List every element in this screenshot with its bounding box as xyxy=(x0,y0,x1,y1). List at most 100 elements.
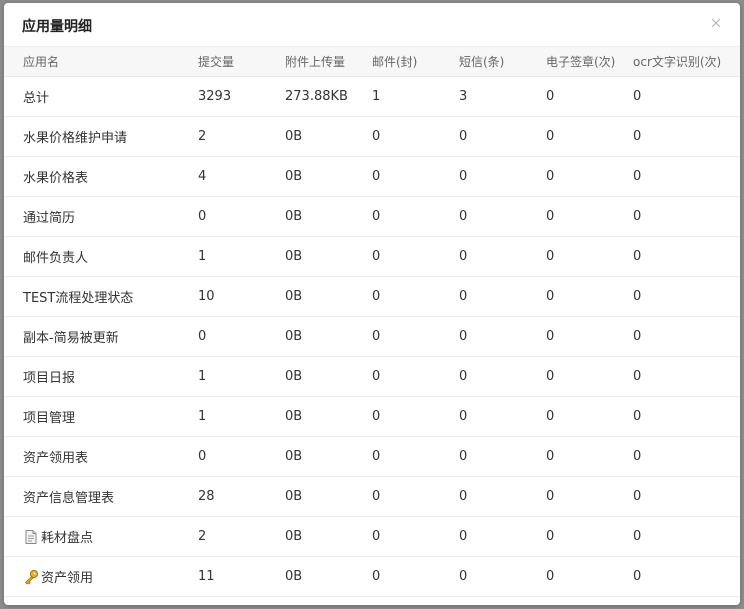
app-name-cell: 资产领用 xyxy=(23,557,93,596)
app-usage-modal: 应用量明细 应用名 提交量 附件上传量 邮件(封) 短信(条) 电子签章(次) … xyxy=(4,3,740,605)
emails-cell: 0 xyxy=(372,357,380,396)
cell-value: 0 xyxy=(633,569,642,584)
cell-value: 2 xyxy=(198,129,207,144)
app-name-cell: 项目日报 xyxy=(23,357,75,396)
cell-value: 0 xyxy=(372,449,381,464)
cell-value: 0 xyxy=(459,569,468,584)
cell-value: 0 xyxy=(372,209,381,224)
cell-value: 0 xyxy=(372,529,381,544)
app-name-label: 通过简历 xyxy=(23,211,76,226)
e-signature-cell: 0 xyxy=(546,557,554,596)
submissions-cell: 2 xyxy=(198,117,206,156)
sms-cell: 3 xyxy=(459,77,467,116)
sms-cell: 0 xyxy=(459,557,467,596)
emails-cell: 0 xyxy=(372,517,380,556)
cell-value: 0 xyxy=(372,129,381,144)
cell-value: 0 xyxy=(198,329,207,344)
cell-value: 0 xyxy=(546,89,555,104)
cell-value: 1 xyxy=(372,89,381,104)
e-signature-cell: 0 xyxy=(546,477,554,516)
e-signature-cell: 0 xyxy=(546,437,554,476)
submissions-cell: 4 xyxy=(198,157,206,196)
header-e-signature[interactable]: 电子签章(次) xyxy=(546,47,615,76)
submissions-cell: 0 xyxy=(198,197,206,236)
cell-value: 0 xyxy=(633,329,642,344)
e-signature-cell: 0 xyxy=(546,317,554,356)
cell-value: 10 xyxy=(198,289,215,304)
cell-value: 0 xyxy=(459,489,468,504)
cell-value: 3293 xyxy=(198,89,232,104)
e-signature-cell: 0 xyxy=(546,237,554,276)
table-row[interactable]: 水果价格表 4 0B 0 0 0 0 xyxy=(4,157,740,197)
table-row[interactable]: 总计 3293 273.88KB 1 3 0 0 xyxy=(4,77,740,117)
emails-cell: 0 xyxy=(372,277,380,316)
e-signature-cell: 0 xyxy=(546,397,554,436)
emails-cell: 0 xyxy=(372,117,380,156)
cell-value: 11 xyxy=(198,569,215,584)
cell-value: 0 xyxy=(546,449,555,464)
cell-value: 4 xyxy=(198,169,207,184)
table-row[interactable]: 通过简历 0 0B 0 0 0 0 xyxy=(4,197,740,237)
header-submissions[interactable]: 提交量 xyxy=(198,47,234,76)
cell-value: 0 xyxy=(459,529,468,544)
submissions-cell: 1 xyxy=(198,357,206,396)
attachment-cell: 273.88KB xyxy=(285,77,348,116)
sms-cell: 0 xyxy=(459,117,467,156)
cell-value: 0 xyxy=(459,409,468,424)
app-name-label: 资产领用 xyxy=(41,571,94,586)
sms-cell: 0 xyxy=(459,317,467,356)
cell-value: 0 xyxy=(372,249,381,264)
table-row[interactable]: 耗材盘点 2 0B 0 0 0 0 xyxy=(4,517,740,557)
cell-value: 1 xyxy=(198,369,207,384)
header-ocr[interactable]: ocr文字识别(次) xyxy=(633,47,721,76)
cell-value: 0B xyxy=(285,529,303,544)
emails-cell: 0 xyxy=(372,237,380,276)
submissions-cell: 0 xyxy=(198,437,206,476)
attachment-cell: 0B xyxy=(285,437,302,476)
table-row[interactable]: 水果价格维护申请 2 0B 0 0 0 0 xyxy=(4,117,740,157)
close-button[interactable] xyxy=(708,15,724,31)
header-app-name[interactable]: 应用名 xyxy=(23,47,59,76)
emails-cell: 0 xyxy=(372,477,380,516)
attachment-cell: 0B xyxy=(285,357,302,396)
cell-value: 0 xyxy=(372,569,381,584)
table-row[interactable]: 资产领用表 0 0B 0 0 0 0 xyxy=(4,437,740,477)
usage-table: 应用名 提交量 附件上传量 邮件(封) 短信(条) 电子签章(次) ocr文字识… xyxy=(4,46,740,597)
app-name-label: 项目日报 xyxy=(23,371,76,386)
cell-value: 273.88KB xyxy=(285,89,348,104)
app-name-label: 邮件负责人 xyxy=(23,251,89,266)
header-attachment-upload[interactable]: 附件上传量 xyxy=(285,47,345,76)
table-row[interactable]: 副本-简易被更新 0 0B 0 0 0 0 xyxy=(4,317,740,357)
cell-value: 2 xyxy=(198,529,207,544)
sms-cell: 0 xyxy=(459,517,467,556)
sms-cell: 0 xyxy=(459,157,467,196)
app-name-cell: 副本-简易被更新 xyxy=(23,317,119,356)
cell-value: 0 xyxy=(459,449,468,464)
table-row[interactable]: 资产领用 11 0B 0 0 0 0 xyxy=(4,557,740,597)
cell-value: 0 xyxy=(459,329,468,344)
app-name-cell: 水果价格维护申请 xyxy=(23,117,127,156)
app-name-cell: 资产信息管理表 xyxy=(23,477,114,516)
cell-value: 0 xyxy=(633,169,642,184)
table-row[interactable]: 邮件负责人 1 0B 0 0 0 0 xyxy=(4,237,740,277)
modal-title: 应用量明细 xyxy=(22,19,92,35)
sms-cell: 0 xyxy=(459,197,467,236)
table-row[interactable]: 项目日报 1 0B 0 0 0 0 xyxy=(4,357,740,397)
cell-value: 0 xyxy=(372,369,381,384)
app-name-label: 资产信息管理表 xyxy=(23,491,115,506)
header-sms[interactable]: 短信(条) xyxy=(459,47,504,76)
table-row[interactable]: 项目管理 1 0B 0 0 0 0 xyxy=(4,397,740,437)
submissions-cell: 0 xyxy=(198,317,206,356)
table-row[interactable]: 资产信息管理表 28 0B 0 0 0 0 xyxy=(4,477,740,517)
table-row[interactable]: TEST流程处理状态 10 0B 0 0 0 0 xyxy=(4,277,740,317)
header-emails[interactable]: 邮件(封) xyxy=(372,47,417,76)
app-name-cell: 项目管理 xyxy=(23,397,75,436)
app-name-label: TEST流程处理状态 xyxy=(23,291,134,306)
emails-cell: 0 xyxy=(372,317,380,356)
cell-value: 0B xyxy=(285,249,303,264)
cell-value: 0B xyxy=(285,449,303,464)
ocr-cell: 0 xyxy=(633,317,641,356)
submissions-cell: 1 xyxy=(198,237,206,276)
ocr-cell: 0 xyxy=(633,517,641,556)
cell-value: 0B xyxy=(285,169,303,184)
